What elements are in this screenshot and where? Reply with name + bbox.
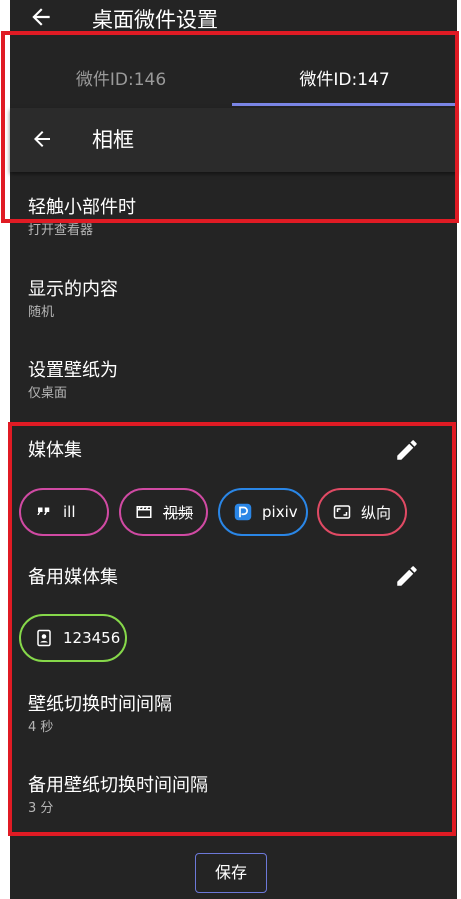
media-set-title: 媒体集 <box>28 440 82 461</box>
setting-value: 仅桌面 <box>28 386 68 401</box>
sub-header-title: 相框 <box>92 128 134 152</box>
back-arrow-icon[interactable] <box>30 127 54 155</box>
chip-label: pixiv <box>262 503 298 521</box>
setting-wallpaper-interval[interactable]: 壁纸切换时间间隔 4 秒 <box>28 694 448 737</box>
setting-wallpaper-target[interactable]: 设置壁纸为 仅桌面 <box>28 360 448 403</box>
app-bar-title: 桌面微件设置 <box>92 8 218 32</box>
setting-label: 显示的内容 <box>28 279 118 300</box>
app-bar: 桌面微件设置 <box>10 0 457 34</box>
tab-indicator <box>232 103 457 106</box>
quote-icon <box>35 503 53 521</box>
backup-media-set-title: 备用媒体集 <box>28 567 118 588</box>
chip-portrait[interactable]: 纵向 <box>317 488 407 536</box>
portrait-icon <box>35 629 53 647</box>
setting-content[interactable]: 显示的内容 随机 <box>28 279 448 322</box>
setting-value: 随机 <box>28 305 55 320</box>
edit-pencil-icon[interactable] <box>394 563 420 589</box>
setting-tap-action[interactable]: 轻触小部件时 打开查看器 <box>28 197 448 240</box>
tab-widget-146[interactable]: 微件ID:146 <box>10 52 232 108</box>
tab-widget-147[interactable]: 微件ID:147 <box>232 52 457 108</box>
clapperboard-icon <box>135 503 153 521</box>
edit-pencil-icon[interactable] <box>394 437 420 463</box>
chip-label: 视频 <box>163 503 194 522</box>
chip-video[interactable]: 视频 <box>119 488 208 536</box>
chip-pixiv[interactable]: pixiv <box>218 488 308 536</box>
chip-ill[interactable]: ill <box>19 488 109 536</box>
setting-label: 备用壁纸切换时间间隔 <box>28 775 208 796</box>
sub-header: 相框 <box>10 108 457 172</box>
setting-value: 4 秒 <box>28 720 54 735</box>
setting-label: 轻触小部件时 <box>28 197 136 218</box>
chip-123456[interactable]: 123456 <box>19 614 127 662</box>
setting-value: 打开查看器 <box>28 223 94 238</box>
widget-tabs: 微件ID:146 微件ID:147 <box>10 52 457 108</box>
save-button[interactable]: 保存 <box>195 853 267 893</box>
chip-label: 纵向 <box>361 503 392 522</box>
setting-backup-wallpaper-interval[interactable]: 备用壁纸切换时间间隔 3 分 <box>28 775 448 818</box>
chip-label: ill <box>63 503 76 521</box>
pixiv-icon <box>234 503 252 521</box>
chip-label: 123456 <box>63 629 121 647</box>
settings-sheet: 桌面微件设置 微件ID:146 微件ID:147 相框 轻触小部件时 打开查看器… <box>10 0 457 899</box>
aspect-ratio-icon <box>333 503 351 521</box>
setting-label: 设置壁纸为 <box>28 360 118 381</box>
setting-value: 3 分 <box>28 801 54 816</box>
setting-label: 壁纸切换时间间隔 <box>28 694 172 715</box>
back-arrow-icon[interactable] <box>28 4 54 34</box>
